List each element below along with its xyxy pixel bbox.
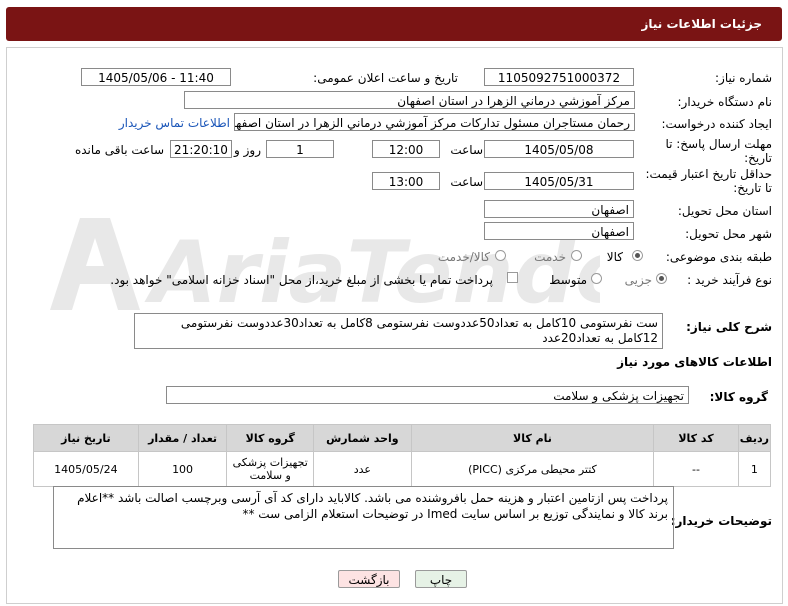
col-code: کد کالا <box>653 424 739 452</box>
col-unit: واحد شمارش <box>313 424 412 452</box>
buyer-notes-textarea[interactable]: پرداخت پس ازتامین اعتبار و هزینه حمل باف… <box>53 486 674 549</box>
description-textarea[interactable]: ست نفرستومی 10کامل به تعداد50عددوست نفرس… <box>134 313 663 349</box>
city-label: شهر محل تحویل: <box>685 227 772 241</box>
table-row: 1 -- کتتر محیطی مرکزی (PICC) عدد تجهیزات… <box>33 451 772 487</box>
process-label: نوع فرآیند خرید : <box>687 273 772 287</box>
province-label: استان محل تحویل: <box>677 204 772 218</box>
price-validity-label: حداقل تاریخ اعتبار قیمت: تا تاریخ: <box>645 167 772 195</box>
creator-field: رحمان مستاجران مسئول تدارکات مرکز آموزشي… <box>234 113 635 131</box>
cell-qty: 100 <box>137 451 228 487</box>
need-number-label: شماره نیاز: <box>715 71 772 85</box>
buyer-org-field: مرکز آموزشي درماني الزهرا در استان اصفها… <box>184 91 635 109</box>
cell-date: 1405/05/24 <box>33 451 139 487</box>
days-field: 1 <box>266 140 334 158</box>
page-title: جزئیات اطلاعات نیاز <box>641 17 762 31</box>
deadline-time-label: ساعت <box>450 143 483 157</box>
price-date-field: 1405/05/31 <box>484 172 634 190</box>
province-field: اصفهان <box>484 200 634 218</box>
creator-label: ایجاد کننده درخواست: <box>661 117 772 131</box>
cell-code: -- <box>653 451 739 487</box>
print-button[interactable]: چاپ <box>415 570 467 588</box>
goods-table: ردیف کد کالا نام کالا واحد شمارش گروه کا… <box>33 424 772 487</box>
remaining-time-field: 21:20:10 <box>170 140 232 158</box>
category-radio-goods[interactable] <box>632 250 643 261</box>
category-radio-service[interactable] <box>571 250 582 261</box>
goods-section-title: اطلاعات کالاهای مورد نیاز <box>617 355 772 369</box>
process-option-minor: جزیی <box>624 273 652 287</box>
deadline-time-field: 12:00 <box>372 140 440 158</box>
category-radio-both[interactable] <box>495 250 506 261</box>
col-qty: تعداد / مقدار <box>137 424 228 452</box>
process-radio-minor[interactable] <box>656 273 667 284</box>
deadline-date-field: 1405/05/08 <box>484 140 634 158</box>
payment-checkbox[interactable] <box>507 272 518 283</box>
announce-label: تاریخ و ساعت اعلان عمومی: <box>313 71 458 85</box>
category-option-both: کالا/خدمت <box>437 250 490 264</box>
announce-field: 1405/05/06 - 11:40 <box>81 68 231 86</box>
deadline-label: مهلت ارسال پاسخ: تا تاریخ: <box>665 137 772 165</box>
col-row: ردیف <box>737 424 772 452</box>
cell-unit: عدد <box>313 451 412 487</box>
category-option-service: خدمت <box>534 250 566 264</box>
price-time-label: ساعت <box>450 175 483 189</box>
process-option-medium: متوسط <box>549 273 587 287</box>
city-field: اصفهان <box>484 222 634 240</box>
days-label: روز و <box>234 143 261 157</box>
col-name: نام کالا <box>410 424 655 452</box>
description-label: شرح کلی نیاز: <box>686 320 772 334</box>
page-header: جزئیات اطلاعات نیاز <box>6 7 782 41</box>
category-option-goods: کالا <box>606 250 623 264</box>
category-label: طبقه بندی موضوعی: <box>665 250 772 264</box>
price-time-field: 13:00 <box>372 172 440 190</box>
goods-group-label: گروه کالا: <box>709 390 768 404</box>
buyer-org-label: نام دستگاه خریدار: <box>677 95 773 109</box>
col-date: تاریخ نیاز <box>33 424 139 452</box>
cell-row: 1 <box>737 451 772 487</box>
need-number-field: 1105092751000372 <box>484 68 634 86</box>
contact-info-link[interactable]: اطلاعات تماس خریدار <box>119 116 230 130</box>
back-button[interactable]: بازگشت <box>338 570 400 588</box>
cell-group: تجهیزات پزشکی و سلامت <box>226 451 315 487</box>
process-radio-medium[interactable] <box>591 273 602 284</box>
cell-name: کتتر محیطی مرکزی (PICC) <box>410 451 655 487</box>
payment-note: پرداخت تمام یا بخشی از مبلغ خرید،از محل … <box>110 273 493 287</box>
remaining-label: ساعت باقی مانده <box>74 143 164 157</box>
goods-table-header: ردیف کد کالا نام کالا واحد شمارش گروه کا… <box>33 424 772 452</box>
goods-group-field: تجهیزات پزشکی و سلامت <box>166 386 689 404</box>
col-group: گروه کالا <box>226 424 315 452</box>
buyer-notes-label: توضیحات خریدار: <box>670 514 772 528</box>
